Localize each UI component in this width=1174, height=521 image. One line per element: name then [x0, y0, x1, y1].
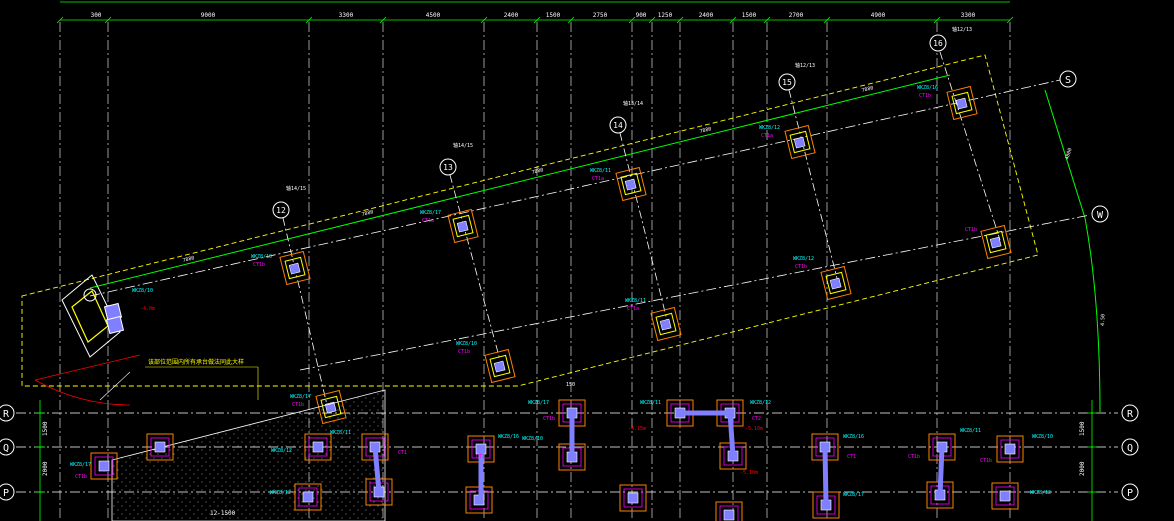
dim-top-4: 4500 [426, 12, 441, 19]
axis-label-q-left: Q [3, 443, 9, 454]
axis-label-13: 13 [443, 163, 453, 172]
zone-label-5: CT1b [919, 93, 931, 99]
dim-left-1: 1500 [42, 421, 49, 436]
grid-label-5: WKZ8/16 [498, 434, 519, 440]
axis-note-4: 轴12/13 [795, 62, 815, 69]
axis-label-s: S [1065, 75, 1071, 86]
zone-label-9: CT1b [965, 227, 977, 233]
grid-elevation-2: -5.10m [745, 426, 763, 432]
zone-label-6: CT1b [458, 349, 470, 355]
grid-zone-7: CT1b [980, 458, 992, 464]
corner-footing-label: WKZ8/10 [132, 288, 153, 294]
grid-footing-10 [619, 484, 647, 512]
dim-right-curve: 4.50 [1100, 314, 1106, 326]
axis-label-16: 16 [933, 39, 943, 48]
dim-top-11: 1500 [742, 12, 757, 19]
dim-top-14: 3300 [961, 12, 976, 19]
grid-label-1: WKZ8/17 [70, 462, 91, 468]
grid-zone-5: CT1 [847, 454, 856, 460]
grid-footing-1 [90, 452, 118, 480]
corner-elevation: -4.0m [140, 306, 155, 312]
grid-zone-8: CT1 [398, 450, 407, 456]
axis-note-5: 轴12/13 [952, 26, 972, 33]
foundation-label-8: WKZ8/12 [793, 256, 814, 262]
grid-footing-19 [996, 435, 1024, 463]
grid-label-14: WKZ8/17 [843, 492, 864, 498]
grid-elevation-1: -4.15m [628, 426, 646, 432]
axis-note-3: 轴13/14 [623, 100, 643, 107]
foundation-label-7: WKZ8/11 [625, 298, 646, 304]
detail-note: 该部位范围内所有承台做法同此大样 [148, 358, 244, 366]
dim-top-12: 2700 [789, 12, 804, 19]
foundation-label-6: WKZ8/10 [456, 341, 477, 347]
grid-label-2: WKZ8/11 [330, 430, 351, 436]
zone-label-8: CT1b [795, 264, 807, 270]
grid-zone-2: CT1 [476, 454, 485, 460]
grid-footing-20 [991, 482, 1019, 510]
grid-footing-5 [294, 483, 322, 511]
zone-label-3: CT1a [592, 176, 604, 182]
axis-label-r-right: R [1127, 409, 1134, 420]
axis-label-15: 15 [782, 78, 792, 87]
grid-label-10: WKZ8/16 [843, 434, 864, 440]
foundation-label-1: WKZ8/10 [251, 254, 272, 260]
zone-label-10: CT1b [292, 402, 304, 408]
axis-label-14: 14 [613, 121, 623, 130]
dim-top-1: 300 [91, 12, 102, 19]
foundation-label-2: WKZ8/17 [420, 210, 441, 216]
grid-label-9: WKZ8/12 [750, 400, 771, 406]
grid-elevation-3: -5.10m [740, 470, 758, 476]
axis-label-w: W [1097, 210, 1104, 221]
grid-zone-6: CT1b [908, 454, 920, 460]
dim-top-5: 2400 [504, 12, 519, 19]
grid-side-label: 150 [566, 382, 575, 388]
axis-label-12: 12 [276, 206, 286, 215]
dim-left-2: 2000 [42, 461, 49, 476]
axis-note-1: 轴14/15 [286, 185, 306, 192]
tie-beam-7 [822, 446, 829, 506]
axis-label-q-right: Q [1127, 443, 1133, 454]
foundation-label-5: WKZ8/16 [917, 85, 938, 91]
axis-label-p-left: P [3, 488, 9, 499]
grid-label-13: WKZ8/12 [1030, 490, 1051, 496]
dim-top-10: 2400 [699, 12, 714, 19]
dim-top-7: 2750 [593, 12, 608, 19]
grid-zone-4: CT2 [752, 416, 761, 422]
dim-top-8: 900 [636, 12, 647, 19]
grid-zone-3: CT1b [543, 416, 555, 422]
foundation-label-4: WKZ8/12 [759, 125, 780, 131]
zone-label-1: CT1b [253, 262, 265, 268]
dim-right-1: 1500 [1079, 421, 1086, 436]
bottom-dimension: 12-1500 [210, 510, 236, 517]
axis-note-2: 轴14/15 [453, 142, 473, 149]
cad-foundation-plan: 300 9000 3300 4500 2400 1500 2750 900 12… [0, 0, 1174, 521]
dim-top-13: 4900 [871, 12, 886, 19]
dim-top-3: 3300 [339, 12, 354, 19]
grid-zone-1: CT1b [75, 474, 87, 480]
canvas-background [0, 0, 1174, 521]
grid-footing-21 [146, 433, 174, 461]
axis-label-r-left: R [3, 409, 10, 420]
grid-label-3: WKZ8/12 [271, 448, 292, 454]
foundation-label-3: WKZ8/11 [590, 168, 611, 174]
grid-label-4: WKZ8/12 [270, 490, 291, 496]
tie-beam-4 [727, 412, 736, 457]
dim-top-9: 1250 [658, 12, 673, 19]
grid-label-6: WKZ8/17 [528, 400, 549, 406]
dim-top-2: 9000 [201, 12, 216, 19]
dim-top-6: 1500 [546, 12, 561, 19]
foundation-label-10: WKZ8/17 [290, 394, 311, 400]
grid-label-7: WKZ8/10 [522, 436, 543, 442]
dim-right-2: 2000 [1079, 461, 1086, 476]
grid-label-12: WKZ8/10 [1032, 434, 1053, 440]
grid-label-11: WKZ8/11 [960, 428, 981, 434]
zone-label-4: CT1a [761, 133, 773, 139]
grid-label-8: WKZ8/11 [640, 400, 661, 406]
tie-beam-5 [937, 446, 945, 496]
axis-label-p-right: P [1127, 488, 1133, 499]
grid-footing-4 [304, 433, 332, 461]
zone-label-2: CT1a [422, 218, 434, 224]
zone-label-7: CT1a [627, 306, 639, 312]
